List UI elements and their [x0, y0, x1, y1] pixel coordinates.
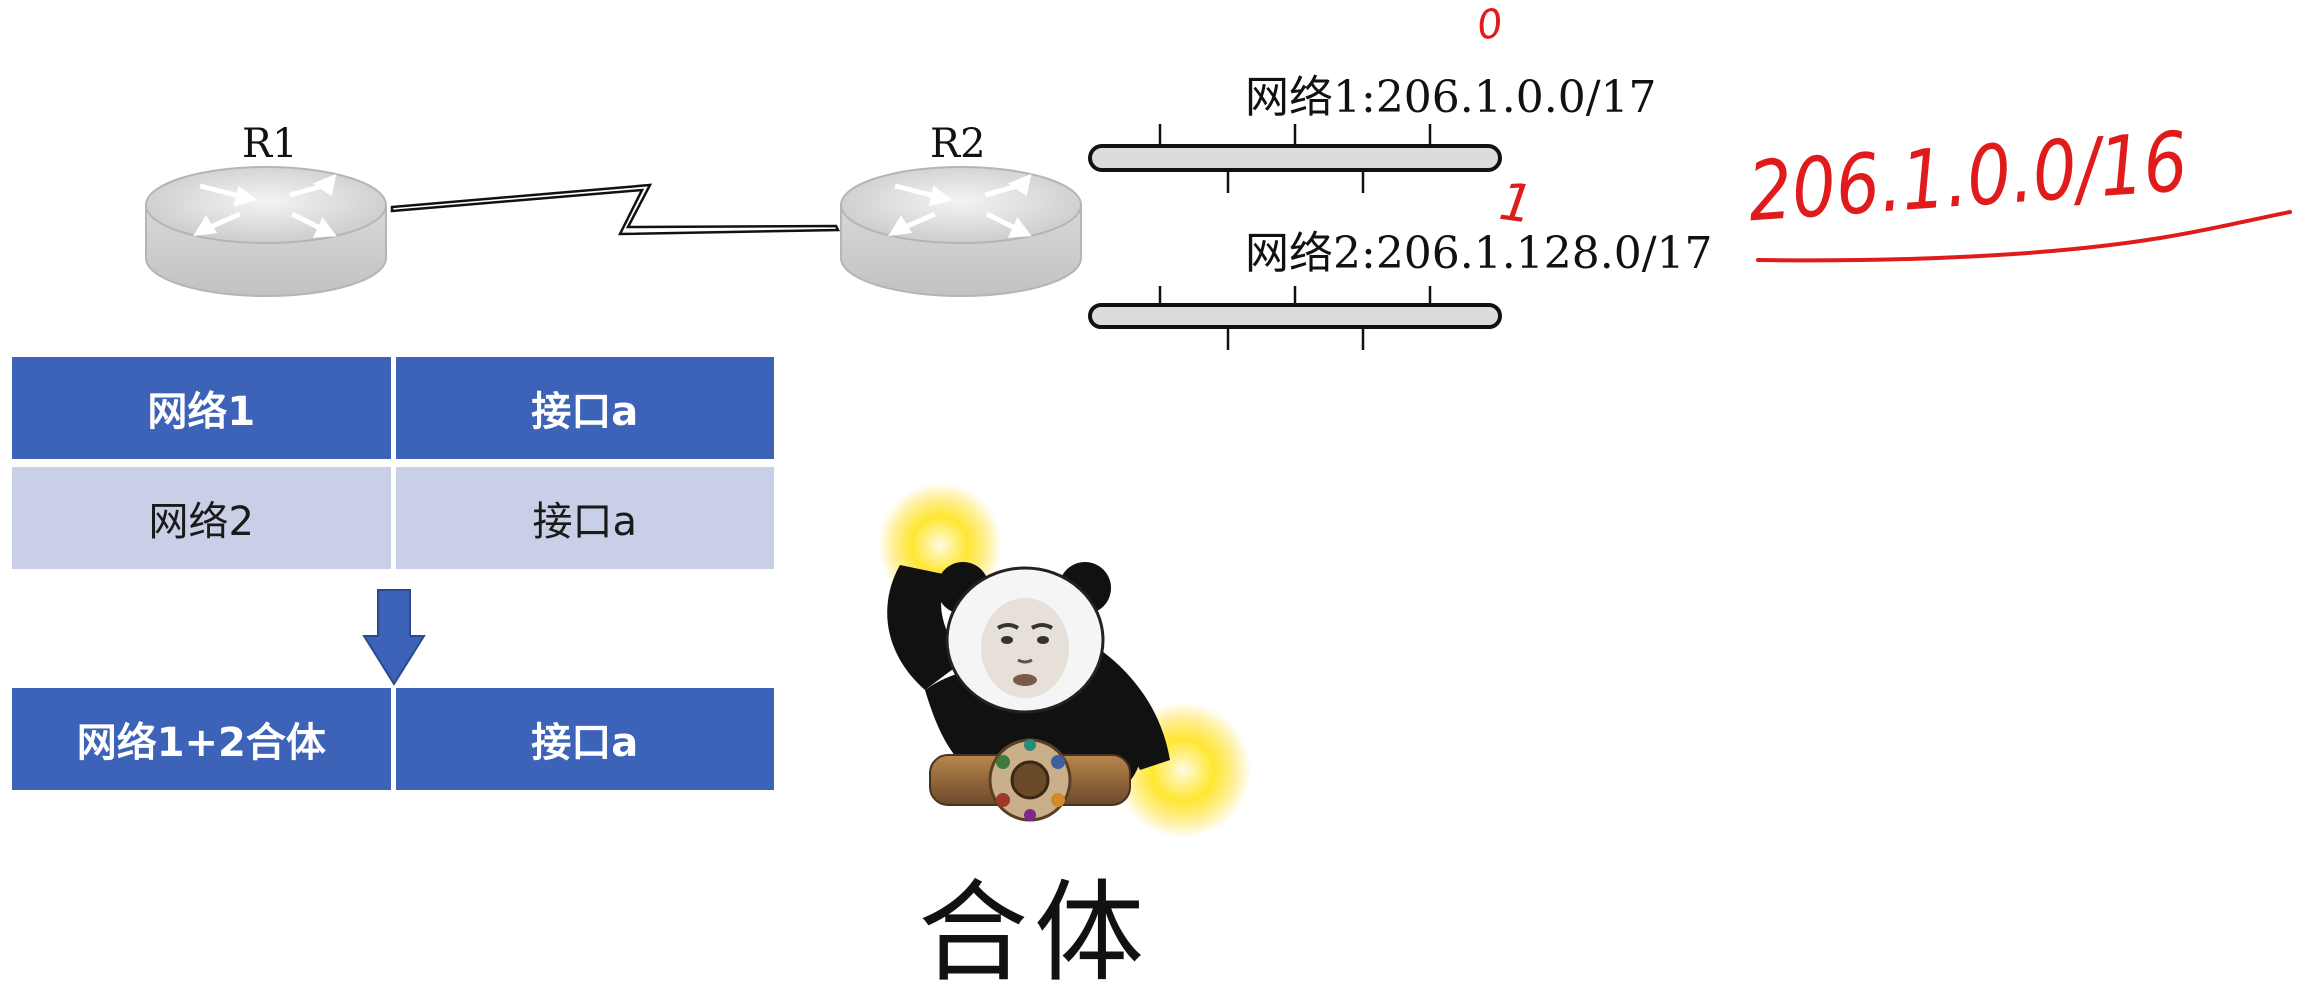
- interface-cell: 接口a: [395, 357, 774, 459]
- network-cell: 网络2: [12, 459, 396, 569]
- router-r1-label: R1: [242, 121, 298, 167]
- interface-cell: 接口a: [395, 459, 774, 569]
- router-r1: [145, 166, 387, 297]
- table-row: 网络1 接口a: [12, 357, 774, 459]
- network-1-bus: [1088, 124, 1502, 193]
- router-r2-label: R2: [930, 121, 986, 167]
- interface-cell: 接口a: [395, 688, 774, 790]
- table-row: 网络1+2合体 接口a: [12, 688, 774, 790]
- network-1-label: 网络1:206.1.0.0/17: [1245, 72, 1657, 123]
- table-row: 网络2 接口a: [12, 459, 774, 569]
- network-cell: 网络1: [12, 357, 396, 459]
- routing-table-merged: 网络1+2合体 接口a: [12, 688, 774, 790]
- network-2-bus: [1088, 286, 1502, 350]
- routing-table-before: 网络1 接口a 网络2 接口a: [12, 357, 774, 569]
- bit-zero-annotation: 0: [1474, 0, 1506, 49]
- supernet-annotation: 206.1.0.0/16: [1745, 115, 2191, 240]
- network-cell: 网络1+2合体: [12, 688, 396, 790]
- network-2-label: 网络2:206.1.128.0/17: [1245, 228, 1713, 279]
- bit-one-annotation: 1: [1496, 172, 1537, 236]
- panda-meme-image: [878, 483, 1251, 838]
- meme-caption: 合体: [918, 869, 1150, 997]
- router-r2: [840, 166, 1082, 297]
- down-arrow-icon: [362, 589, 426, 686]
- serial-link: [390, 183, 841, 236]
